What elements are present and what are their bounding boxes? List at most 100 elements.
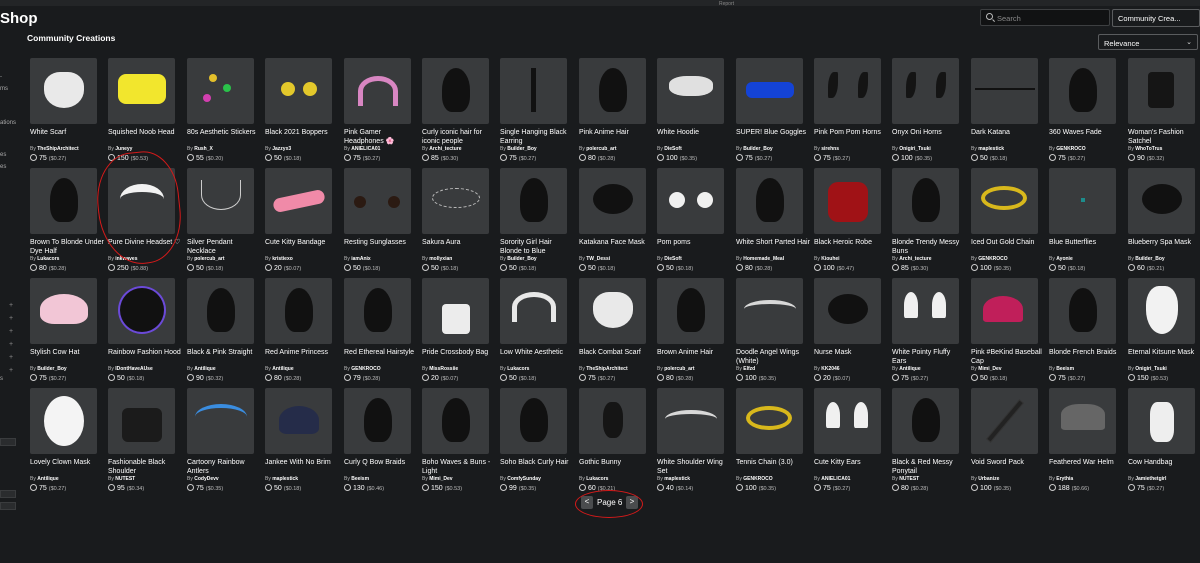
item-name[interactable]: Squished Noob Head (108, 128, 182, 146)
item-thumbnail[interactable] (1128, 58, 1195, 124)
item-creator[interactable]: By Lukacors (30, 256, 104, 262)
item-thumbnail[interactable] (971, 278, 1038, 344)
item-name[interactable]: Jankee With No Brim (265, 458, 339, 476)
item-name[interactable]: Boho Waves & Buns - Light (422, 458, 496, 476)
item-thumbnail[interactable] (579, 168, 646, 234)
item-creator[interactable]: By maplestick (657, 476, 731, 482)
item-name[interactable]: Tennis Chain (3.0) (736, 458, 810, 476)
item-name[interactable]: Cute Kitty Ears (814, 458, 888, 476)
expand-icon[interactable]: + (9, 354, 13, 361)
item-creator[interactable]: By Mimi_Dev (971, 366, 1045, 372)
item-name[interactable]: Red Ethereal Hairstyle (344, 348, 418, 366)
item-creator[interactable]: By TW_Dessi (579, 256, 653, 262)
item-name[interactable]: White Short Parted Hair (736, 238, 810, 256)
item-name[interactable]: Iced Out Gold Chain (971, 238, 1045, 256)
expand-icon[interactable]: + (9, 328, 13, 335)
item-thumbnail[interactable] (971, 388, 1038, 454)
item-name[interactable]: Red Anime Princess (265, 348, 339, 366)
item-creator[interactable]: By polercub_art (187, 256, 261, 262)
item-thumbnail[interactable] (344, 278, 411, 344)
item-thumbnail[interactable] (344, 168, 411, 234)
item-thumbnail[interactable] (422, 58, 489, 124)
item-creator[interactable]: By Erythia (1049, 476, 1123, 482)
item-thumbnail[interactable] (814, 168, 881, 234)
nav-label[interactable]: ms (0, 86, 8, 92)
item-thumbnail[interactable] (736, 278, 803, 344)
item-creator[interactable]: By DieSoft (657, 256, 731, 262)
item-name[interactable]: SUPER! Blue Goggles (736, 128, 810, 146)
item-thumbnail[interactable] (892, 388, 959, 454)
item-name[interactable]: Silver Pendant Necklace (187, 238, 261, 256)
item-creator[interactable]: By Onigiri_Tsuki (1128, 366, 1200, 372)
item-creator[interactable]: By CodyDevv (187, 476, 261, 482)
item-creator[interactable]: By Ayonie (1049, 256, 1123, 262)
item-creator[interactable]: By Rush_X (187, 146, 261, 152)
item-creator[interactable]: By polercub_art (579, 146, 653, 152)
item-creator[interactable]: By Kiouhei (814, 256, 888, 262)
item-creator[interactable]: By sirehns (814, 146, 888, 152)
item-name[interactable]: White Pointy Fluffy Ears (892, 348, 966, 366)
item-thumbnail[interactable] (1049, 168, 1116, 234)
item-name[interactable]: Lovely Clown Mask (30, 458, 104, 476)
item-name[interactable]: Void Sword Pack (971, 458, 1045, 476)
item-thumbnail[interactable] (892, 168, 959, 234)
item-name[interactable]: Black & Red Messy Ponytail (892, 458, 966, 476)
item-name[interactable]: Pom poms (657, 238, 731, 256)
item-thumbnail[interactable] (108, 58, 175, 124)
item-name[interactable]: Rainbow Fashion Hood (108, 348, 182, 366)
item-thumbnail[interactable] (187, 278, 254, 344)
item-thumbnail[interactable] (892, 58, 959, 124)
item-thumbnail[interactable] (265, 388, 332, 454)
item-name[interactable]: Black Heroic Robe (814, 238, 888, 256)
item-name[interactable]: Pink Pom Pom Horns (814, 128, 888, 146)
item-thumbnail[interactable] (1049, 388, 1116, 454)
item-name[interactable]: Cow Handbag (1128, 458, 1200, 476)
item-creator[interactable]: By maplestick (265, 476, 339, 482)
item-creator[interactable]: By Lukacors (579, 476, 653, 482)
item-name[interactable]: Eternal Kitsune Mask (1128, 348, 1200, 366)
expand-icon[interactable]: + (9, 367, 13, 374)
item-thumbnail[interactable] (108, 388, 175, 454)
item-name[interactable]: Single Hanging Black Earring (500, 128, 574, 146)
item-thumbnail[interactable] (1128, 168, 1195, 234)
item-creator[interactable]: By Builder_Boy (1128, 256, 1200, 262)
item-name[interactable]: Pride Crossbody Bag (422, 348, 496, 366)
item-creator[interactable]: By TheShipArchitect (579, 366, 653, 372)
item-creator[interactable]: By GENKROCO (971, 256, 1045, 262)
category-dropdown[interactable]: Community Crea... (1112, 9, 1200, 27)
item-name[interactable]: Pink Anime Hair (579, 128, 653, 146)
item-creator[interactable]: By ANIELICA01 (344, 146, 418, 152)
item-name[interactable]: Brown Anime Hair (657, 348, 731, 366)
item-name[interactable]: Black 2021 Boppers (265, 128, 339, 146)
sort-dropdown[interactable]: Relevance ⌄ (1098, 34, 1198, 50)
item-thumbnail[interactable] (500, 278, 567, 344)
item-thumbnail[interactable] (971, 58, 1038, 124)
expand-icon[interactable]: + (9, 315, 13, 322)
item-name[interactable]: Black Combat Scarf (579, 348, 653, 366)
item-creator[interactable]: By DieSoft (657, 146, 731, 152)
item-thumbnail[interactable] (814, 278, 881, 344)
item-name[interactable]: 80s Aesthetic Stickers (187, 128, 261, 146)
item-creator[interactable]: By Archi_tecture (892, 256, 966, 262)
item-thumbnail[interactable] (500, 388, 567, 454)
item-creator[interactable]: By Builder_Boy (500, 256, 574, 262)
item-name[interactable]: Blonde French Braids (1049, 348, 1123, 366)
item-name[interactable]: White Hoodie (657, 128, 731, 146)
search-input[interactable]: Search (980, 9, 1110, 26)
item-name[interactable]: Fashionable Black Shoulder (108, 458, 182, 476)
item-thumbnail[interactable] (265, 168, 332, 234)
item-thumbnail[interactable] (30, 58, 97, 124)
item-thumbnail[interactable] (736, 58, 803, 124)
report-link[interactable]: Report (719, 1, 734, 7)
item-name[interactable]: Sorority Girl Hair Blonde to Blue (500, 238, 574, 256)
item-creator[interactable]: By polercub_art (657, 366, 731, 372)
item-name[interactable]: Cute Kitty Bandage (265, 238, 339, 256)
item-thumbnail[interactable] (814, 388, 881, 454)
item-thumbnail[interactable] (344, 388, 411, 454)
item-creator[interactable]: By NUTEST (108, 476, 182, 482)
item-thumbnail[interactable] (422, 388, 489, 454)
item-name[interactable]: Onyx Oni Horns (892, 128, 966, 146)
item-thumbnail[interactable] (265, 278, 332, 344)
item-creator[interactable]: By Beeism (1049, 366, 1123, 372)
item-thumbnail[interactable] (1128, 278, 1195, 344)
